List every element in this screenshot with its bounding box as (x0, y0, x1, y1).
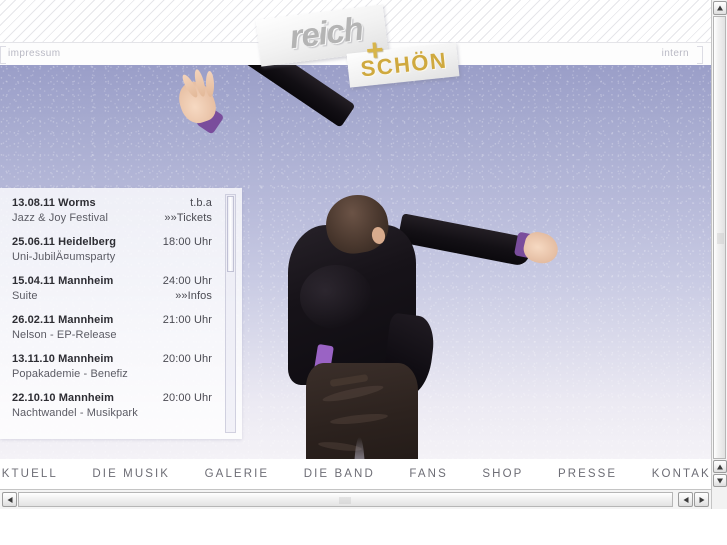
tour-date-row[interactable]: 13.08.11 Worms t.b.a Jazz & Joy Festival… (0, 196, 222, 226)
tour-dates-scrollbar[interactable] (225, 194, 236, 433)
tour-date-subtitle: Nachtwandel - Musikpark (12, 407, 138, 419)
figure-right-hand (520, 229, 562, 267)
tour-date-row[interactable]: 26.02.11 Mannheim 21:00 Uhr Nelson - EP-… (0, 313, 222, 343)
vertical-scroll-track[interactable] (712, 16, 727, 459)
hero-photo: 13.08.11 Worms t.b.a Jazz & Joy Festival… (0, 65, 711, 459)
nav-item-shop[interactable]: SHOP (482, 468, 523, 480)
scroll-up-button-bottom[interactable] (713, 460, 727, 473)
arrow-left-icon (683, 496, 688, 503)
main-navigation: AKTUELL DIE MUSIK GALERIE DIE BAND FANS … (0, 459, 711, 489)
tour-date-time: t.b.a (190, 197, 212, 209)
tour-date-subtitle: Jazz & Joy Festival (12, 212, 109, 224)
scroll-left-button[interactable] (2, 492, 17, 507)
tour-dates-panel: 13.08.11 Worms t.b.a Jazz & Joy Festival… (0, 188, 242, 439)
scroll-down-button[interactable] (713, 474, 727, 487)
nav-item-galerie[interactable]: GALERIE (205, 468, 270, 480)
nav-item-die-band[interactable]: DIE BAND (304, 468, 375, 480)
tour-date-time: 21:00 Uhr (162, 314, 212, 326)
intern-link[interactable]: intern (662, 48, 689, 59)
tour-date-row[interactable]: 13.11.10 Mannheim 20:00 Uhr Popakademie … (0, 352, 222, 382)
bracket-tick-right-icon (697, 46, 703, 64)
horizontal-scroll-thumb[interactable] (18, 492, 673, 507)
tour-date-location: 25.06.11 Heidelberg (12, 236, 117, 248)
arrow-up-icon (717, 464, 723, 469)
tour-dates-scroll-thumb[interactable] (227, 196, 234, 272)
figure-right-arm (397, 213, 533, 267)
tour-date-subtitle: Nelson - EP-Release (12, 329, 117, 341)
nav-item-kontakt[interactable]: KONTAKT (652, 468, 711, 480)
tour-date-row[interactable]: 25.06.11 Heidelberg 18:00 Uhr Uni-JubilÄ… (0, 235, 222, 265)
tour-date-time: 24:00 Uhr (162, 275, 212, 287)
arrow-down-icon (717, 478, 723, 483)
tour-date-row[interactable]: 15.04.11 Mannheim 24:00 Uhr Suite »»Info… (0, 274, 222, 304)
horizontal-scrollbar[interactable] (0, 489, 711, 509)
arrow-up-icon (717, 5, 723, 11)
tour-date-subtitle: Suite (12, 290, 38, 302)
tour-date-row[interactable]: 22.10.10 Mannheim 20:00 Uhr Nachtwandel … (0, 391, 222, 421)
scroll-grip-icon (717, 233, 724, 244)
tour-date-time: 18:00 Uhr (162, 236, 212, 248)
scroll-up-button[interactable] (713, 1, 727, 15)
tour-date-subtitle: Uni-JubilÄ¤umsparty (12, 251, 116, 263)
nav-item-die-musik[interactable]: DIE MUSIK (92, 468, 170, 480)
tour-date-infos-link[interactable]: »»Infos (175, 289, 212, 304)
browser-viewport: impressum intern 13.08.11 Worms t.b.a Ja… (0, 0, 711, 489)
nav-item-aktuell[interactable]: AKTUELL (0, 468, 58, 480)
tour-dates-list: 13.08.11 Worms t.b.a Jazz & Joy Festival… (0, 188, 222, 439)
tour-date-location: 13.11.10 Mannheim (12, 353, 114, 365)
tour-date-location: 13.08.11 Worms (12, 197, 96, 209)
site-logo[interactable]: reich + SCHÖN (255, 4, 463, 88)
figure-finger (205, 70, 215, 98)
tour-date-location: 15.04.11 Mannheim (12, 275, 114, 287)
bracket-tick-left-icon (0, 46, 6, 64)
arrow-right-icon (699, 496, 704, 503)
vertical-scroll-thumb[interactable] (713, 16, 726, 459)
tour-date-location: 26.02.11 Mannheim (12, 314, 114, 326)
vertical-scrollbar[interactable] (711, 0, 727, 545)
tour-date-tickets-link[interactable]: »»Tickets (164, 211, 212, 226)
tour-date-location: 22.10.10 Mannheim (12, 392, 114, 404)
scroll-grip-icon (339, 497, 351, 504)
tour-date-time: 20:00 Uhr (162, 353, 212, 365)
page-bottom-area (0, 509, 727, 545)
arrow-left-icon (7, 496, 12, 503)
scroll-left-button-end[interactable] (678, 492, 693, 507)
tour-date-time: 20:00 Uhr (162, 392, 212, 404)
impressum-link[interactable]: impressum (8, 48, 61, 59)
nav-item-fans[interactable]: FANS (409, 468, 447, 480)
horizontal-scroll-track[interactable] (18, 492, 673, 507)
tour-date-subtitle: Popakademie - Benefiz (12, 368, 128, 380)
figure-jacket-highlight (300, 265, 372, 329)
nav-item-presse[interactable]: PRESSE (558, 468, 617, 480)
scroll-right-button[interactable] (694, 492, 709, 507)
